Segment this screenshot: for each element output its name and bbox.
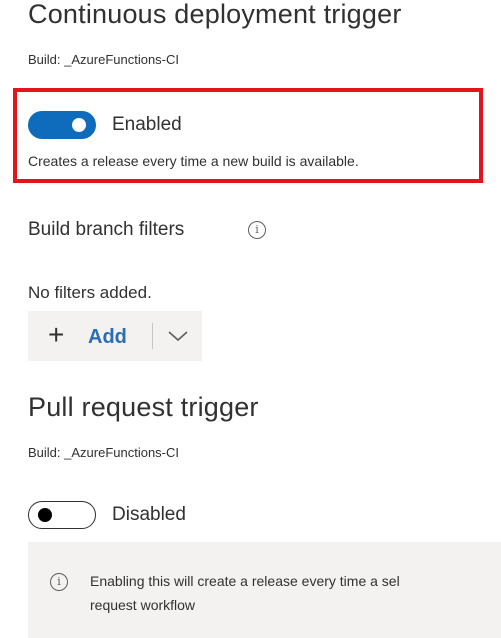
add-label: Add — [88, 326, 127, 348]
add-dropdown-button[interactable] — [154, 311, 202, 361]
pr-trigger-title: Pull request trigger — [28, 392, 259, 422]
cd-toggle-label: Enabled — [112, 114, 182, 135]
cd-trigger-title: Continuous deployment trigger — [28, 0, 402, 29]
add-filter-button[interactable]: + Add — [28, 311, 150, 361]
cd-trigger-toggle[interactable] — [28, 111, 96, 139]
pr-build-label: Build: _AzureFunctions-CI — [28, 445, 180, 460]
info-icon: i — [50, 573, 68, 591]
no-filters-text: No filters added. — [28, 283, 152, 302]
branch-filters-title: Build branch filters — [28, 219, 185, 240]
pr-info-message: i Enabling this will create a release ev… — [28, 542, 501, 638]
plus-icon: + — [48, 319, 65, 350]
pr-toggle-label: Disabled — [112, 504, 186, 525]
pr-trigger-toggle[interactable] — [28, 501, 96, 529]
toggle-knob — [38, 508, 52, 522]
split-divider — [152, 323, 153, 349]
pr-info-text-line1: Enabling this will create a release ever… — [90, 573, 400, 589]
toggle-knob — [72, 118, 86, 132]
chevron-down-icon — [168, 331, 188, 342]
pr-info-text-line2: request workflow — [90, 597, 196, 613]
add-filter-split-button: + Add — [28, 311, 202, 361]
cd-build-label: Build: _AzureFunctions-CI — [28, 52, 180, 67]
info-icon[interactable]: i — [248, 221, 266, 239]
cd-trigger-description: Creates a release every time a new build… — [28, 153, 359, 169]
